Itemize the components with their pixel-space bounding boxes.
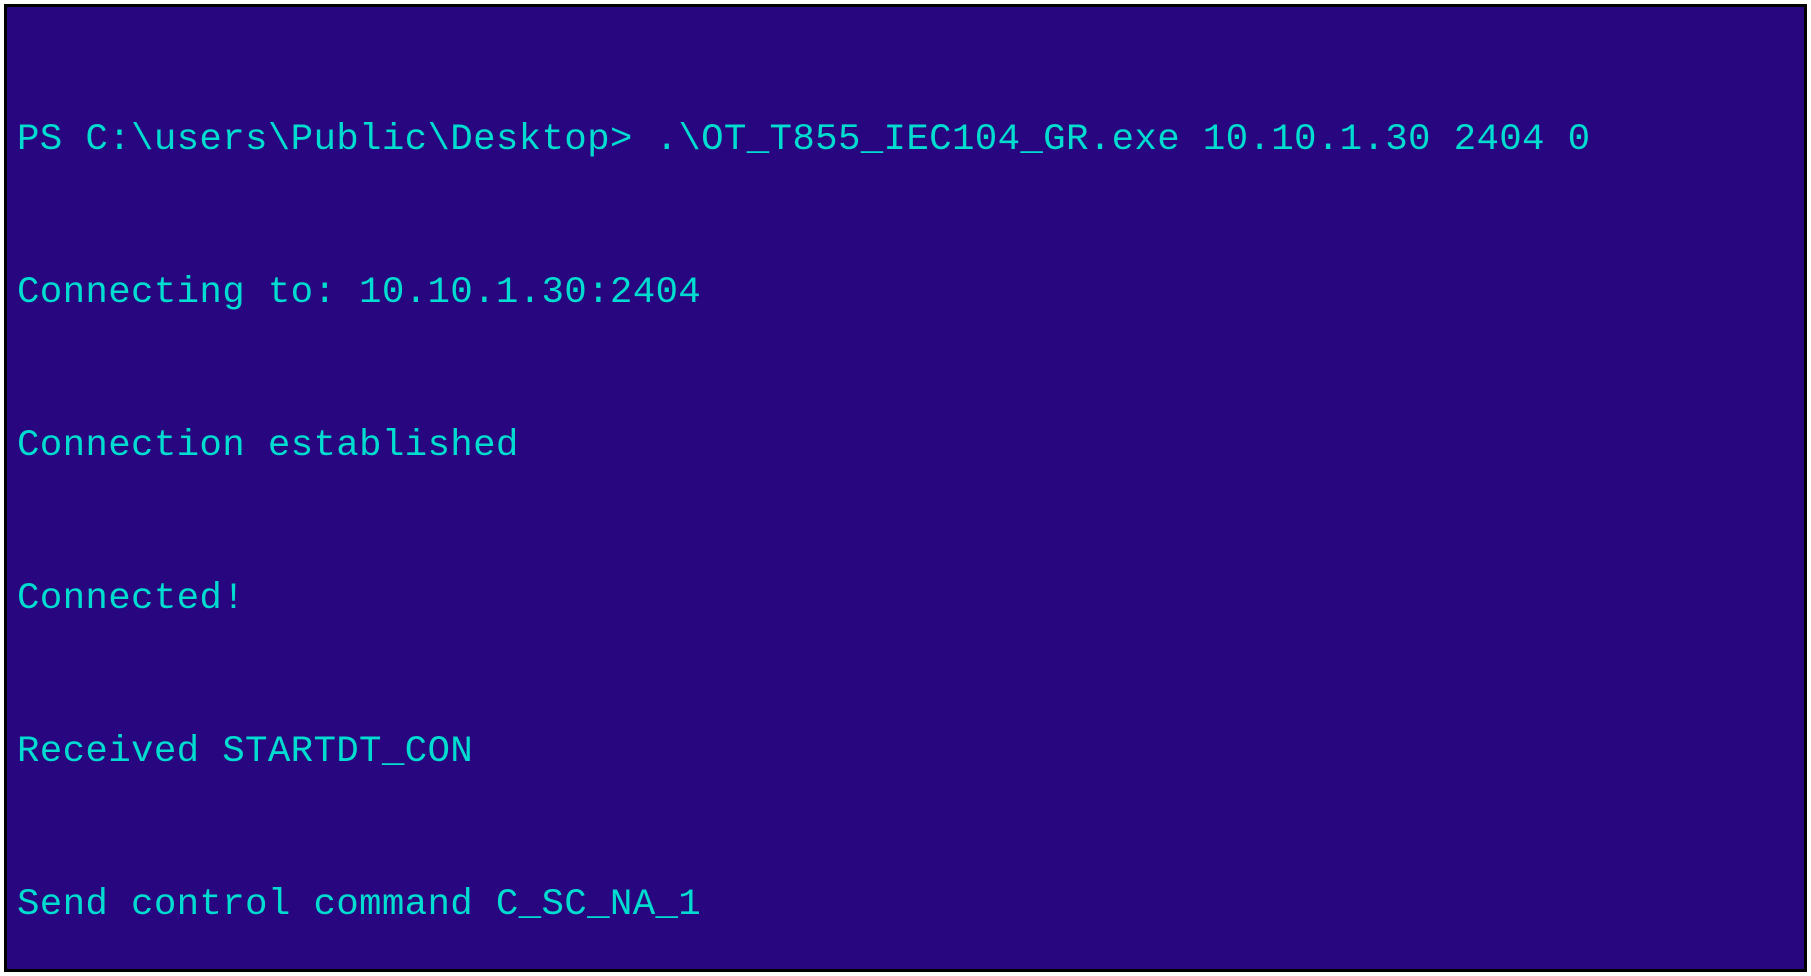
output-line: Connecting to: 10.10.1.30:2404 [17, 268, 1794, 319]
output-line: Received STARTDT_CON [17, 727, 1794, 778]
command-text: .\OT_T855_IEC104_GR.exe 10.10.1.30 2404 … [656, 115, 1591, 166]
command-line: PS C:\users\Public\Desktop> .\OT_T855_IE… [17, 115, 1794, 166]
output-line: Connection established [17, 421, 1794, 472]
prompt-text: PS C:\users\Public\Desktop> [17, 115, 656, 166]
output-line: Connected! [17, 574, 1794, 625]
output-line: Send control command C_SC_NA_1 [17, 880, 1794, 931]
powershell-terminal[interactable]: PS C:\users\Public\Desktop> .\OT_T855_IE… [4, 4, 1807, 972]
